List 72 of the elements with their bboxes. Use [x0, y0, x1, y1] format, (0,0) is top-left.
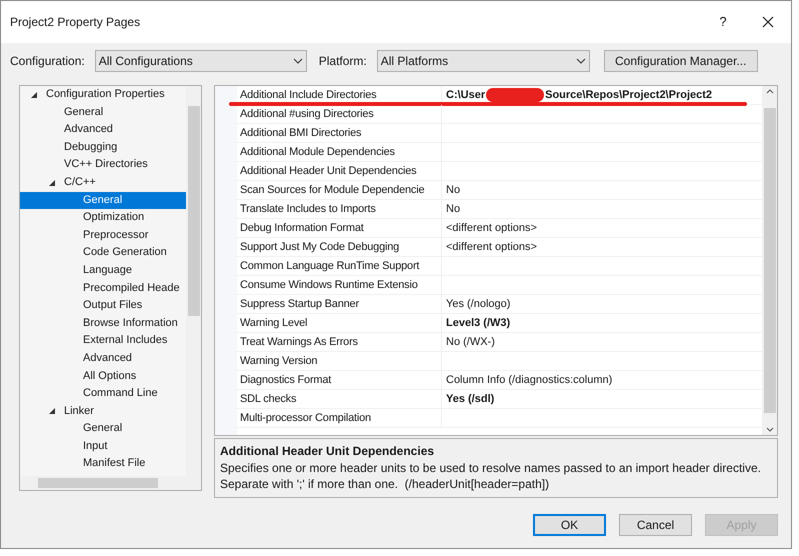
dialog-button[interactable]: OK — [533, 514, 606, 536]
property-name[interactable]: Common Language RunTime Support — [237, 257, 442, 275]
property-name[interactable]: Additional Module Dependencies — [237, 143, 442, 161]
platform-dropdown[interactable]: All Platforms — [376, 50, 590, 72]
tree-item[interactable]: Code Generation — [83, 244, 167, 262]
expanded-triangle-icon[interactable] — [48, 178, 56, 187]
configuration-label: Configuration: — [10, 53, 85, 70]
scrollbar[interactable] — [762, 86, 777, 435]
window-title: Project2 Property Pages — [10, 14, 142, 31]
tree-item[interactable]: General — [83, 420, 122, 438]
scroll-up-icon[interactable] — [766, 89, 774, 94]
dialog-button[interactable]: Cancel — [619, 514, 692, 536]
property-value[interactable]: C:\User — [446, 86, 486, 104]
tree-item[interactable]: Command Line — [83, 385, 158, 403]
tree-item[interactable]: External Includes — [83, 332, 168, 350]
configuration-manager-button[interactable]: Configuration Manager... — [604, 50, 758, 72]
tree-item[interactable]: Linker — [64, 402, 94, 420]
property-value[interactable]: Level3 (/W3) — [446, 314, 510, 332]
description-text: Specifies one or more header units to be used to resolve names passed to an import header directive. Separate with ';' if more than one. (/headerUnit[header=path]) — [220, 460, 762, 492]
property-value[interactable]: No — [446, 200, 460, 218]
property-name[interactable]: Suppress Startup Banner — [237, 295, 442, 313]
tree-item[interactable]: Precompiled Heade — [83, 280, 180, 298]
expanded-triangle-icon[interactable] — [48, 407, 56, 416]
platform-label: Platform: — [318, 53, 367, 70]
property-value[interactable]: No (/WX-) — [446, 333, 495, 351]
tree-item[interactable]: All Options — [83, 368, 136, 386]
property-name[interactable]: Consume Windows Runtime Extensio — [237, 276, 442, 294]
scroll-down-icon[interactable] — [766, 427, 774, 432]
tree-item[interactable]: Optimization — [83, 209, 144, 227]
property-value[interactable]: <different options> — [446, 238, 537, 256]
property-value[interactable]: No — [446, 181, 460, 199]
help-button[interactable]: ? — [701, 12, 745, 32]
property-value[interactable]: Column Info (/diagnostics:column) — [446, 371, 612, 389]
expanded-triangle-icon[interactable] — [30, 90, 38, 99]
tree-item[interactable]: Input — [83, 438, 108, 456]
description-title: Additional Header Unit Dependencies — [220, 443, 436, 460]
tree-item[interactable]: Language — [83, 262, 132, 280]
horizontal-scrollbar[interactable] — [20, 476, 201, 490]
tree-item[interactable]: VC++ Directories — [64, 156, 148, 174]
tree-item[interactable]: Output Files — [83, 297, 142, 315]
property-value[interactable]: Yes (/sdl) — [446, 390, 494, 408]
property-name[interactable]: Multi-processor Compilation — [237, 409, 442, 427]
property-name[interactable]: Translate Includes to Imports — [237, 200, 442, 218]
property-name[interactable]: Scan Sources for Module Dependencie — [237, 181, 442, 199]
tree-item[interactable]: General — [20, 192, 186, 210]
chevron-down-icon — [576, 58, 586, 64]
close-icon[interactable] — [762, 16, 774, 28]
property-name[interactable]: Debug Information Format — [237, 219, 442, 237]
tree-item[interactable]: Advanced — [64, 121, 113, 139]
property-name[interactable]: Additional Header Unit Dependencies — [237, 162, 442, 180]
property-value[interactable]: <different options> — [446, 219, 537, 237]
property-name[interactable]: Additional BMI Directories — [237, 124, 442, 142]
property-value[interactable]: Source\Repos\Project2\Project2 — [545, 86, 712, 104]
tree-item[interactable]: General — [64, 104, 104, 122]
tree-item[interactable]: Preprocessor — [83, 226, 148, 244]
property-name[interactable]: Diagnostics Format — [237, 371, 442, 389]
tree-item[interactable]: Advanced — [83, 350, 132, 368]
tree-item[interactable]: Debugging — [64, 138, 118, 156]
tree-item[interactable]: Browse Information — [83, 314, 178, 332]
configuration-dropdown[interactable]: All Configurations — [94, 50, 307, 72]
tree-item[interactable]: Configuration Properties — [46, 86, 165, 104]
property-name[interactable]: SDL checks — [237, 390, 442, 408]
scrollbar[interactable] — [186, 86, 201, 476]
property-name[interactable]: Support Just My Code Debugging — [237, 238, 442, 256]
property-name[interactable]: Warning Level — [237, 314, 442, 332]
tree-item[interactable]: C/C++ — [64, 174, 96, 192]
chevron-down-icon — [292, 58, 303, 64]
tree-item[interactable]: Manifest File — [83, 455, 146, 474]
property-name[interactable]: Treat Warnings As Errors — [237, 333, 442, 351]
property-name[interactable]: Additional #using Directories — [237, 105, 442, 123]
property-name[interactable]: Warning Version — [237, 352, 442, 370]
property-value[interactable]: Yes (/nologo) — [446, 295, 510, 313]
